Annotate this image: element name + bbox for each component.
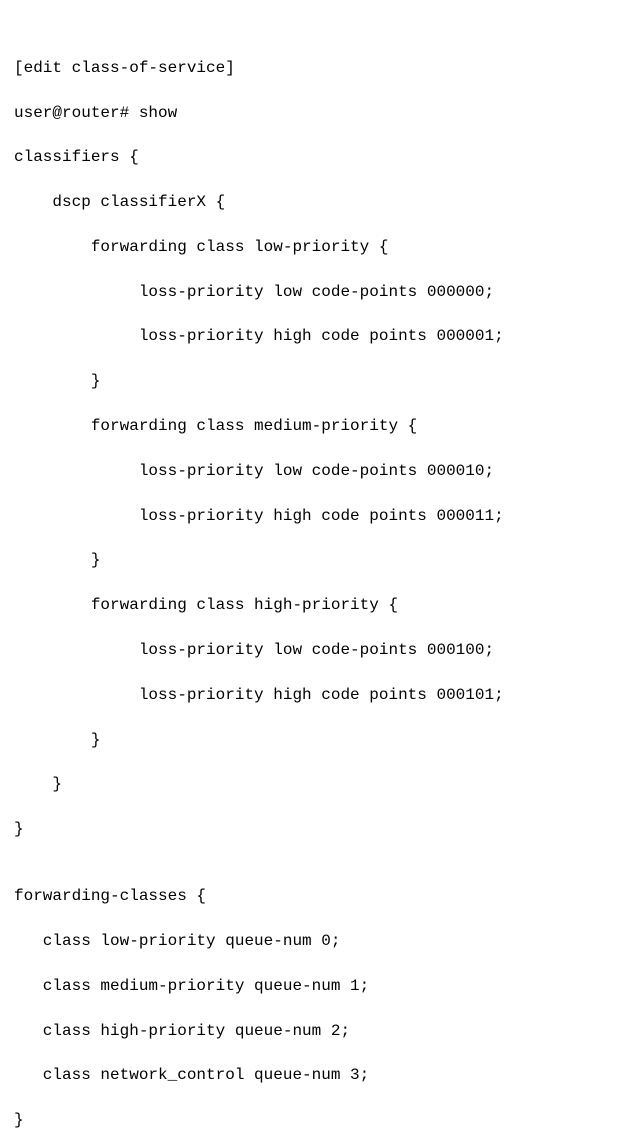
fc-med-line2: loss-priority high code points 000011; — [14, 505, 610, 527]
fc-med-close: } — [14, 549, 610, 571]
fc-low-line2: loss-priority high code points 000001; — [14, 325, 610, 347]
fwd-class-3: class network_control queue-num 3; — [14, 1064, 610, 1086]
classifiers-close: } — [14, 818, 610, 840]
fc-high-close: } — [14, 729, 610, 751]
fc-high-open: forwarding class high-priority { — [14, 594, 610, 616]
dscp-close: } — [14, 773, 610, 795]
fc-low-line1: loss-priority low code-points 000000; — [14, 281, 610, 303]
fc-low-open: forwarding class low-priority { — [14, 236, 610, 258]
fwd-classes-close: } — [14, 1109, 610, 1131]
fwd-class-2: class high-priority queue-num 2; — [14, 1020, 610, 1042]
fwd-class-0: class low-priority queue-num 0; — [14, 930, 610, 952]
prompt-line: user@router# show — [14, 102, 610, 124]
fwd-classes-open: forwarding-classes { — [14, 885, 610, 907]
dscp-open: dscp classifierX { — [14, 191, 610, 213]
fc-high-line2: loss-priority high code points 000101; — [14, 684, 610, 706]
fc-low-close: } — [14, 370, 610, 392]
context-line: [edit class-of-service] — [14, 57, 610, 79]
fc-high-line1: loss-priority low code-points 000100; — [14, 639, 610, 661]
fwd-class-1: class medium-priority queue-num 1; — [14, 975, 610, 997]
fc-med-line1: loss-priority low code-points 000010; — [14, 460, 610, 482]
classifiers-open: classifiers { — [14, 146, 610, 168]
fc-med-open: forwarding class medium-priority { — [14, 415, 610, 437]
